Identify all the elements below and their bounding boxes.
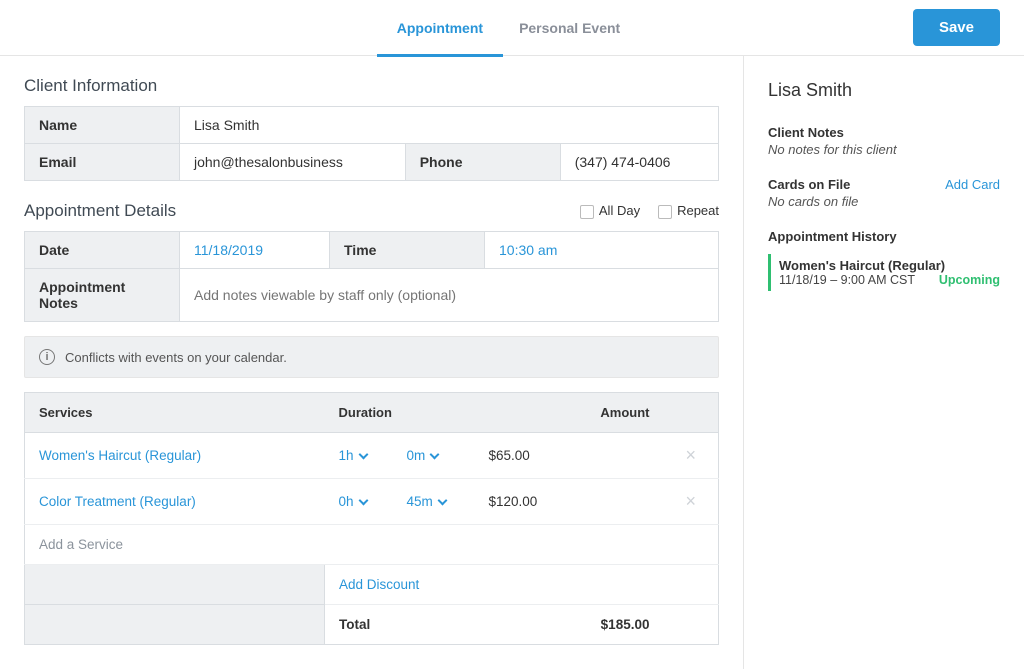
- duration-minutes-select[interactable]: 45m: [407, 494, 446, 509]
- duration-hours-select[interactable]: 1h: [339, 448, 367, 463]
- add-discount-link[interactable]: Add Discount: [339, 577, 419, 592]
- history-item-status: Upcoming: [939, 273, 1000, 287]
- all-day-checkbox[interactable]: All Day: [580, 203, 640, 219]
- repeat-label: Repeat: [677, 203, 719, 218]
- duration-hours-select[interactable]: 0h: [339, 494, 367, 509]
- total-value: $185.00: [475, 605, 664, 645]
- client-notes-label: Client Notes: [768, 125, 1000, 140]
- chevron-down-icon: [358, 450, 368, 460]
- chevron-down-icon: [358, 496, 368, 506]
- client-notes-value: No notes for this client: [768, 142, 1000, 157]
- email-value[interactable]: john@thesalonbusiness: [180, 144, 406, 181]
- appointment-history-label: Appointment History: [768, 229, 1000, 244]
- duration-header: Duration: [325, 393, 475, 433]
- name-label: Name: [25, 107, 180, 144]
- email-label: Email: [25, 144, 180, 181]
- cards-on-file-label: Cards on File: [768, 177, 850, 192]
- phone-value[interactable]: (347) 474-0406: [560, 144, 718, 181]
- conflict-alert-text: Conflicts with events on your calendar.: [65, 350, 287, 365]
- add-card-link[interactable]: Add Card: [945, 177, 1000, 192]
- amount-header: Amount: [475, 393, 664, 433]
- chevron-down-icon: [430, 450, 440, 460]
- save-button[interactable]: Save: [913, 9, 1000, 46]
- conflict-alert: i Conflicts with events on your calendar…: [24, 336, 719, 378]
- all-day-label: All Day: [599, 203, 640, 218]
- remove-service-button[interactable]: ×: [677, 445, 704, 466]
- add-service-row[interactable]: Add a Service: [25, 525, 719, 565]
- appointment-notes-label: Appointment Notes: [25, 269, 180, 322]
- tab-personal-event[interactable]: Personal Event: [519, 0, 620, 56]
- cards-on-file-value: No cards on file: [768, 194, 1000, 209]
- add-service-label: Add a Service: [25, 525, 719, 565]
- total-label: Total: [325, 605, 475, 645]
- service-name[interactable]: Color Treatment (Regular): [39, 494, 196, 509]
- history-item-title: Women's Haircut (Regular): [779, 258, 1000, 273]
- services-table: Services Duration Amount Women's Haircut…: [24, 392, 719, 645]
- chevron-down-icon: [437, 496, 447, 506]
- appointment-notes-input[interactable]: [194, 287, 704, 303]
- service-row: Color Treatment (Regular) 0h 45m $120.00…: [25, 479, 719, 525]
- time-picker[interactable]: 10:30 am: [499, 242, 557, 258]
- date-label: Date: [25, 232, 180, 269]
- appointment-details-title: Appointment Details: [24, 201, 176, 221]
- tab-appointment[interactable]: Appointment: [397, 0, 483, 56]
- service-row: Women's Haircut (Regular) 1h 0m $65.00 ×: [25, 433, 719, 479]
- date-picker[interactable]: 11/18/2019: [194, 242, 263, 258]
- info-icon: i: [39, 349, 55, 365]
- name-value[interactable]: Lisa Smith: [180, 107, 719, 144]
- repeat-checkbox[interactable]: Repeat: [658, 203, 719, 219]
- client-info-table: Name Lisa Smith Email john@thesalonbusin…: [24, 106, 719, 181]
- appointment-details-table: Date 11/18/2019 Time 10:30 am Appointmen…: [24, 231, 719, 322]
- time-label: Time: [330, 232, 485, 269]
- sidebar-client-name: Lisa Smith: [768, 80, 1000, 101]
- phone-label: Phone: [405, 144, 560, 181]
- remove-service-button[interactable]: ×: [677, 491, 704, 512]
- client-info-title: Client Information: [24, 76, 719, 96]
- service-name[interactable]: Women's Haircut (Regular): [39, 448, 201, 463]
- duration-minutes-select[interactable]: 0m: [407, 448, 439, 463]
- top-tabs: Appointment Personal Event: [397, 0, 620, 56]
- history-item[interactable]: Women's Haircut (Regular) 11/18/19 – 9:0…: [768, 254, 1000, 291]
- service-amount[interactable]: $120.00: [475, 479, 664, 525]
- services-header: Services: [25, 393, 325, 433]
- history-item-datetime: 11/18/19 – 9:00 AM CST: [779, 273, 915, 287]
- service-amount[interactable]: $65.00: [475, 433, 664, 479]
